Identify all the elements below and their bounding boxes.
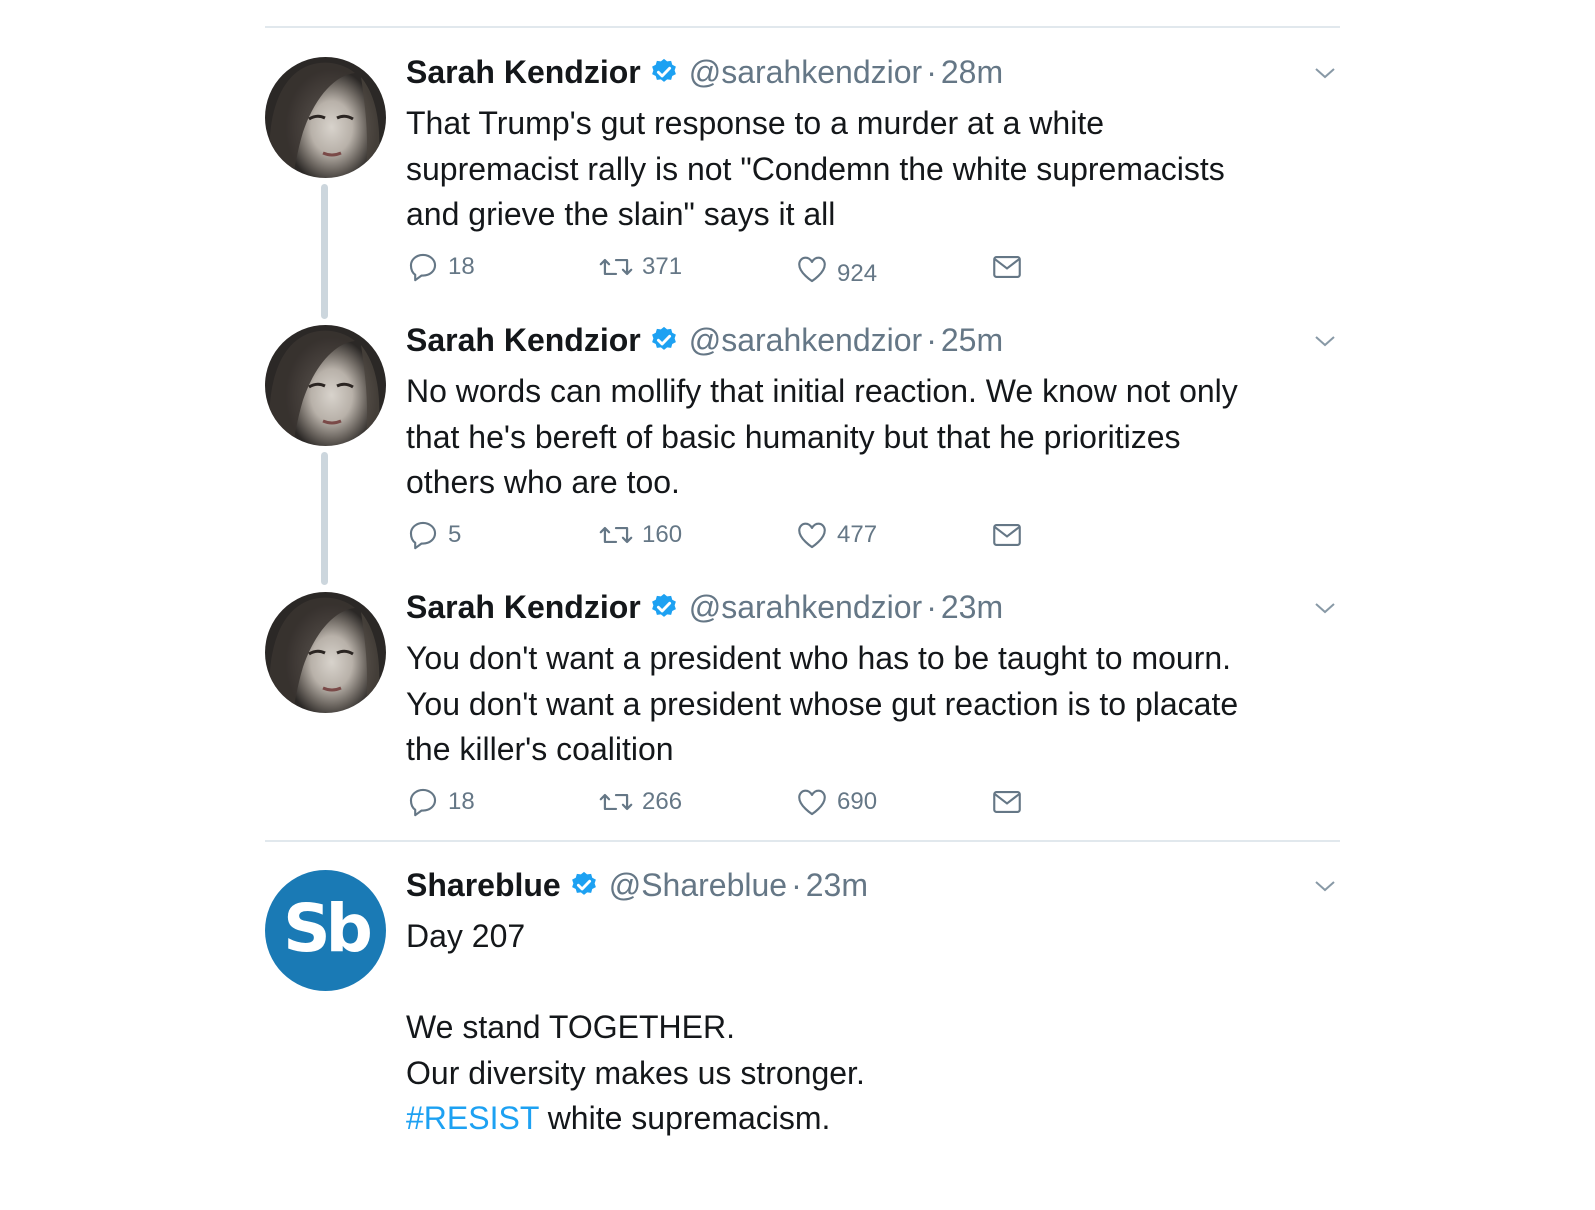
like-button[interactable]: 477 [795,518,877,552]
direct-message-icon [993,524,1021,546]
avatar[interactable] [265,57,386,178]
chevron-down-icon[interactable] [1313,874,1337,898]
timestamp[interactable]: 25m [941,322,1003,359]
retweet-button[interactable]: 371 [598,250,682,284]
like-count: 690 [837,788,878,815]
avatar-photo-icon [269,330,380,446]
reply-icon [409,253,437,282]
retweet-count: 266 [642,788,683,815]
avatar-photo-icon [269,62,380,178]
reply-icon [409,521,437,550]
verified-badge-icon [651,326,676,350]
avatar-photo-icon [269,597,380,713]
avatar[interactable] [265,325,386,446]
direct-message-icon [993,256,1021,278]
tweet-text: You don't want a president who has to be… [406,640,1239,767]
chevron-down-icon[interactable] [1313,596,1337,620]
reply-count: 5 [448,521,462,548]
tweet-text-tail: white supremacism. [538,1100,831,1136]
avatar[interactable] [265,592,386,713]
author-handle[interactable]: @sarahkendzior [689,589,922,626]
retweet-button[interactable]: 266 [598,785,682,819]
separator-dot: · [791,866,802,903]
retweet-icon [599,526,633,544]
like-icon [798,256,826,283]
avatar[interactable]: Sb [265,870,386,991]
like-count: 924 [837,260,878,287]
avatar-logo-text: Sb [283,889,373,967]
top-divider [265,26,1340,28]
retweet-count: 371 [642,253,683,280]
retweet-button[interactable]: 160 [598,518,682,552]
reply-button[interactable]: 18 [406,250,475,284]
reply-button[interactable]: 18 [406,785,475,819]
reply-button[interactable]: 5 [406,518,461,552]
tweet-text: No words can mollify that initial reacti… [406,373,1238,500]
separator-dot: · [926,588,937,625]
tweet-text-main: Day 207 We stand TOGETHER. Our diversity… [406,918,865,1091]
thread-connector [321,184,328,319]
reply-icon [409,788,437,817]
like-icon [798,789,826,816]
author-handle[interactable]: @sarahkendzior [689,322,922,359]
like-button[interactable]: 924 [795,250,877,288]
verified-badge-icon [651,593,676,617]
tweet-text: That Trump's gut response to a murder at… [406,105,1225,232]
direct-message-button[interactable] [990,785,1024,819]
hashtag-link[interactable]: #RESIST [406,1100,539,1136]
like-button[interactable]: 690 [795,785,877,819]
chevron-down-icon[interactable] [1313,61,1337,85]
timestamp[interactable]: 23m [941,589,1003,626]
retweet-icon [599,258,633,276]
author-handle[interactable]: @sarahkendzior [689,54,922,91]
verified-badge-icon [651,58,676,82]
direct-message-button[interactable] [990,518,1024,552]
separator-dot: · [926,321,937,358]
separator-dot: · [926,53,937,90]
author-name[interactable]: Shareblue [406,867,561,904]
like-count: 477 [837,521,878,548]
retweet-icon [599,793,633,811]
like-icon [798,522,826,549]
author-name[interactable]: Sarah Kendzior [406,322,641,359]
direct-message-button[interactable] [990,250,1024,284]
tweet-text: Day 207 We stand TOGETHER. Our diversity… [406,914,1341,1142]
tweet-divider [265,840,1340,842]
reply-count: 18 [448,788,475,815]
timestamp[interactable]: 23m [806,867,868,904]
chevron-down-icon[interactable] [1313,329,1337,353]
retweet-count: 160 [642,521,683,548]
author-handle[interactable]: @Shareblue [609,867,787,904]
reply-count: 18 [448,253,475,280]
author-name[interactable]: Sarah Kendzior [406,54,641,91]
verified-badge-icon [571,871,596,895]
timestamp[interactable]: 28m [941,54,1003,91]
direct-message-icon [993,791,1021,813]
author-name[interactable]: Sarah Kendzior [406,589,641,626]
thread-connector [321,452,328,585]
